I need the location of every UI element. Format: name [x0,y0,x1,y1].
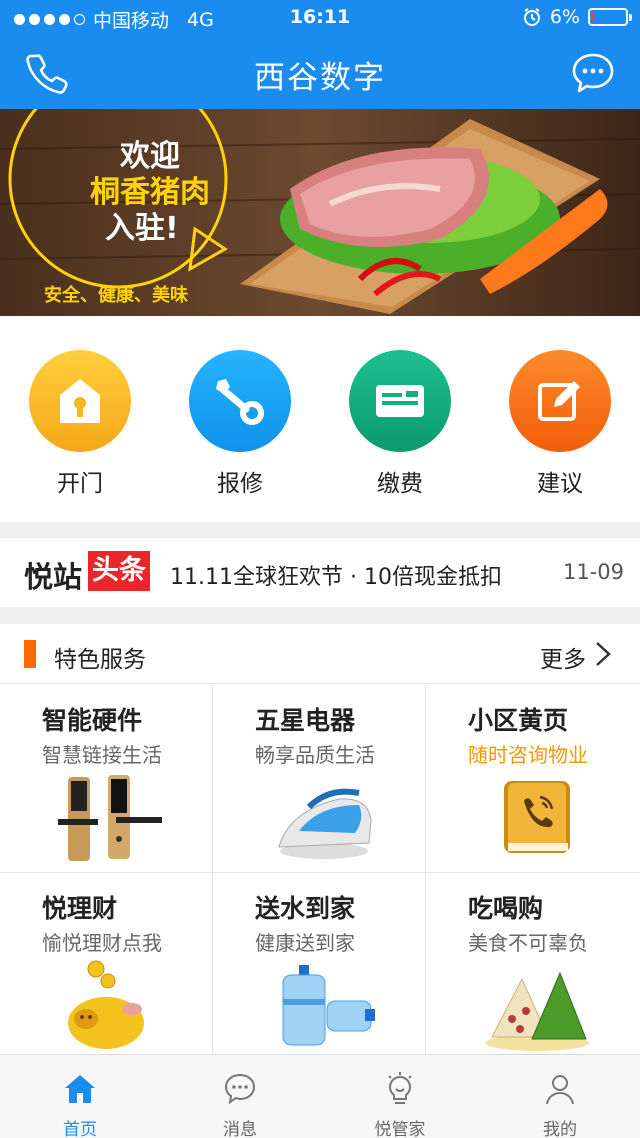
more-link[interactable]: 更多 [540,640,586,674]
quick-action-label: 开门 [57,471,103,497]
chat-bubble-icon[interactable] [570,50,616,96]
iron-icon [278,788,372,859]
service-subtitle: 美食不可辜负 [468,931,588,955]
tab-profile[interactable]: 我的 [480,1055,640,1138]
promo-banner[interactable]: 欢迎 桐香猪肉 入驻! 安全、健康、美味 [0,109,640,316]
quick-action-label: 缴费 [377,471,423,497]
news-brand: 悦站 [24,560,83,594]
service-subtitle: 随时咨询物业 [468,743,588,767]
services-title: 特色服务 [54,647,146,673]
status-bar: 中国移动 4G 16:11 6% [0,0,640,36]
service-water-delivery[interactable]: 送水到家 健康送到家 [213,873,426,1054]
quick-action-suggestion[interactable]: 建议 [505,350,615,498]
quick-action-label: 报修 [217,471,263,497]
tab-messages[interactable]: 消息 [160,1055,320,1138]
profile-icon [546,1075,574,1105]
news-date: 11-09 [562,560,624,584]
service-title: 吃喝购 [468,894,544,923]
smart-lock-icon [58,775,162,861]
nav-bar: 西谷数字 [0,36,640,109]
wrench-icon [189,350,291,452]
featured-services: 特色服务 更多 智能硬件 智慧链接生活 五星电器 畅享品质生活 小区黄页 随时咨… [0,624,640,1054]
services-header: 特色服务 更多 [0,624,640,684]
service-subtitle: 智慧链接生活 [42,743,162,767]
service-smart-hardware[interactable]: 智能硬件 智慧链接生活 [0,685,213,873]
tab-label: 悦管家 [374,1120,426,1138]
service-title: 小区黄页 [468,706,569,735]
quick-action-payment[interactable]: 缴费 [345,350,455,498]
card-icon [349,350,451,452]
tab-home[interactable]: 首页 [0,1055,160,1138]
service-title: 智能硬件 [42,706,143,735]
news-headline[interactable]: 11.11全球狂欢节 · 10倍现金抵扣 [170,559,502,591]
page-title: 西谷数字 [254,60,386,96]
tab-label: 我的 [543,1120,577,1138]
top-bar: 中国移动 4G 16:11 6% 西谷数字 [0,0,640,109]
section-marker [24,640,36,668]
service-title: 悦理财 [42,894,118,923]
service-subtitle: 畅享品质生活 [255,743,375,767]
piggy-bank-icon [68,960,144,1049]
battery-icon [588,8,632,26]
banner-line3: 入驻! [105,211,179,246]
quick-actions: 开门 报修 缴费 建议 [0,316,640,522]
service-subtitle: 健康送到家 [255,931,355,955]
chevron-right-icon[interactable] [594,640,612,668]
service-finance[interactable]: 悦理财 愉悦理财点我 [0,873,213,1054]
zongzi-icon [485,971,589,1051]
banner-slogan: 安全、健康、美味 [44,285,188,306]
service-five-star-appliances[interactable]: 五星电器 畅享品质生活 [213,685,426,873]
service-yellow-pages[interactable]: 小区黄页 随时咨询物业 [426,685,640,873]
edit-icon [509,350,611,452]
tab-butler[interactable]: 悦管家 [320,1055,480,1138]
tab-bar: 首页 消息 悦管家 我的 [0,1054,640,1138]
butler-bulb-icon [388,1072,412,1104]
tab-label: 消息 [223,1120,257,1138]
phone-book-icon [504,781,570,853]
battery-percent: 6% [549,6,580,28]
house-lock-icon [29,350,131,452]
home-icon [65,1075,95,1103]
message-icon [224,1073,256,1105]
service-subtitle: 愉悦理财点我 [42,931,162,955]
service-title: 送水到家 [255,894,356,923]
service-food-shopping[interactable]: 吃喝购 美食不可辜负 [426,873,640,1054]
alarm-clock-icon [523,8,540,26]
quick-action-repair[interactable]: 报修 [185,350,295,498]
service-title: 五星电器 [255,706,356,735]
news-ticker[interactable]: 悦站 头条 11.11全球狂欢节 · 10倍现金抵扣 11-09 [0,538,640,607]
water-bottle-icon [282,965,375,1046]
quick-action-open-door[interactable]: 开门 [25,350,135,498]
news-tag: 头条 [88,551,150,591]
tab-label: 首页 [63,1120,97,1138]
quick-action-label: 建议 [537,471,583,497]
